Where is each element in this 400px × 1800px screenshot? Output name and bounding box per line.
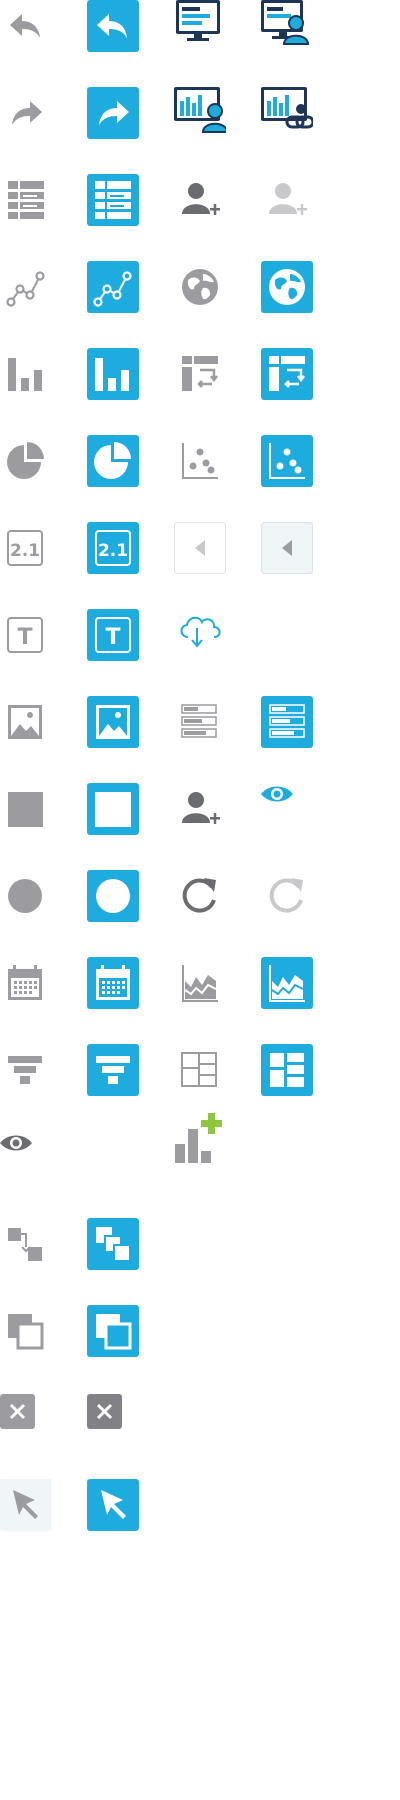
globe-icon[interactable] (174, 261, 226, 313)
layout-grid-icon[interactable] (174, 1044, 226, 1096)
redo-active-icon[interactable] (87, 87, 139, 139)
image-icon[interactable] (0, 696, 52, 748)
dashboard-link-icon[interactable] (261, 87, 313, 139)
text-box-icon[interactable]: T (0, 609, 52, 661)
eye-icon[interactable] (0, 1131, 52, 1183)
area-chart-active-icon[interactable] (261, 957, 313, 1009)
scatter-plot-icon[interactable] (174, 435, 226, 487)
calendar-icon[interactable] (0, 957, 52, 1009)
add-user-disabled-icon (261, 174, 313, 226)
number-value-active-icon[interactable]: 2.1 (87, 522, 139, 574)
pointer-select-active-icon[interactable] (87, 1479, 139, 1531)
scatter-plot-active-icon[interactable] (261, 435, 313, 487)
rectangle-shape-icon[interactable] (0, 783, 52, 835)
text-box-active-icon[interactable]: T (87, 609, 139, 661)
refresh-disabled-icon (261, 870, 313, 922)
collapse-left-button[interactable] (174, 522, 226, 574)
dashboard-user-icon[interactable] (174, 87, 226, 139)
table-active-icon[interactable] (87, 174, 139, 226)
pivot-table-active-icon[interactable] (261, 348, 313, 400)
add-user-dark-icon[interactable] (174, 783, 226, 835)
rectangle-shape-active-icon[interactable] (87, 783, 139, 835)
bar-chart-icon[interactable] (0, 348, 52, 400)
funnel-active-icon[interactable] (87, 1044, 139, 1096)
add-user-icon[interactable] (174, 174, 226, 226)
circle-shape-active-icon[interactable] (87, 870, 139, 922)
redo-icon[interactable] (0, 87, 52, 139)
overlap-squares-active-icon[interactable] (87, 1305, 139, 1357)
close-icon[interactable] (0, 1392, 52, 1444)
line-chart-active-icon[interactable] (87, 261, 139, 313)
list-view-icon[interactable] (174, 696, 226, 748)
overlap-squares-icon[interactable] (0, 1305, 52, 1357)
text-box-letter: T (17, 625, 32, 650)
layout-grid-active-icon[interactable] (261, 1044, 313, 1096)
pie-chart-active-icon[interactable] (87, 435, 139, 487)
connect-blocks-active-icon[interactable] (87, 1218, 139, 1270)
eye-accent-icon[interactable] (261, 783, 313, 835)
cloud-download-icon[interactable] (174, 609, 226, 661)
image-active-icon[interactable] (87, 696, 139, 748)
globe-active-icon[interactable] (261, 261, 313, 313)
circle-shape-icon[interactable] (0, 870, 52, 922)
area-chart-icon[interactable] (174, 957, 226, 1009)
undo-active-icon[interactable] (87, 0, 139, 52)
line-chart-icon[interactable] (0, 261, 52, 313)
pivot-table-icon[interactable] (174, 348, 226, 400)
text-box-active-letter: T (105, 625, 120, 650)
collapse-left-hover-button[interactable] (261, 522, 313, 574)
refresh-icon[interactable] (174, 870, 226, 922)
undo-icon[interactable] (0, 0, 52, 52)
list-view-active-icon[interactable] (261, 696, 313, 748)
funnel-icon[interactable] (0, 1044, 52, 1096)
pointer-select-icon[interactable] (0, 1479, 52, 1531)
close-hover-icon[interactable] (87, 1392, 139, 1444)
presentation-monitor-icon[interactable] (174, 0, 226, 52)
connect-blocks-icon[interactable] (0, 1218, 52, 1270)
calendar-active-icon[interactable] (87, 957, 139, 1009)
number-value-active-text: 2.1 (98, 541, 128, 561)
number-value-icon[interactable]: 2.1 (0, 522, 52, 574)
table-icon[interactable] (0, 174, 52, 226)
pie-chart-icon[interactable] (0, 435, 52, 487)
add-chart-icon[interactable] (174, 1111, 226, 1163)
bar-chart-active-icon[interactable] (87, 348, 139, 400)
presentation-user-icon[interactable] (261, 0, 313, 52)
number-value-text: 2.1 (10, 541, 40, 561)
